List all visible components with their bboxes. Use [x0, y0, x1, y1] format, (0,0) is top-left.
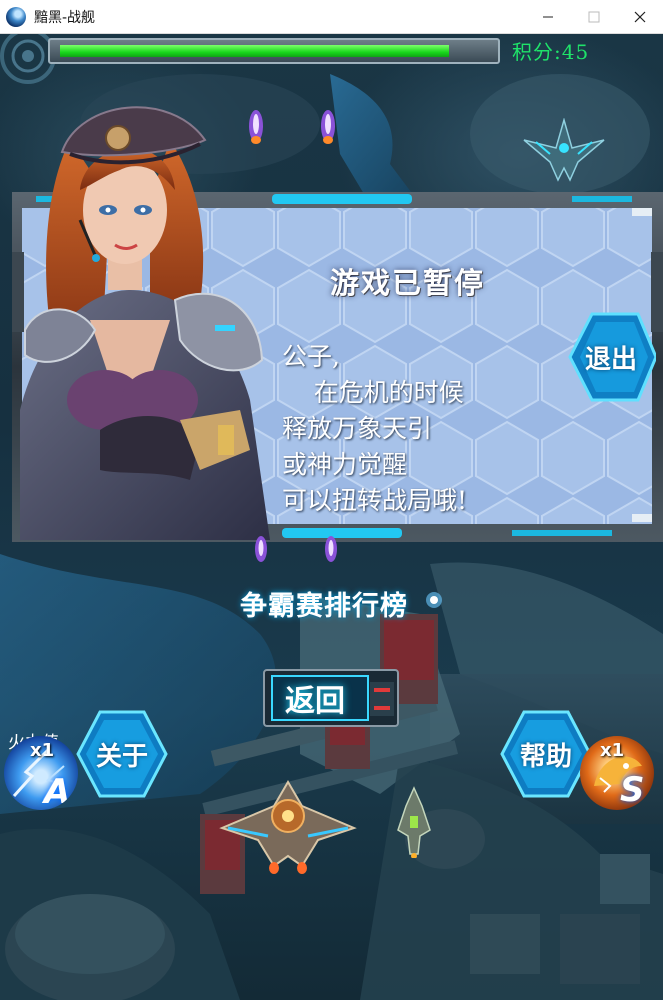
skill-a-key: A	[44, 772, 71, 810]
pause-message: 公子, 在危机的时候 释放万象天引 或神力觉醒 可以扭转战局哦!	[282, 342, 468, 515]
app-icon	[6, 6, 26, 27]
back-label: 返回	[285, 684, 345, 719]
skill-s-button[interactable]: x1 S	[580, 736, 654, 810]
skill-s-key: S	[620, 770, 645, 810]
wingman-ship-icon	[397, 786, 431, 858]
exit-button[interactable]: 退出	[566, 310, 656, 404]
close-button[interactable]	[617, 0, 663, 34]
back-button[interactable]: 返回	[262, 666, 400, 730]
pause-title: 游戏已暂停	[330, 266, 486, 300]
window-title: 黯黑-战舰	[34, 9, 96, 26]
health-bar	[48, 38, 500, 64]
bullet-icon	[255, 536, 267, 562]
maximize-icon	[588, 11, 600, 23]
advisor-character-portrait	[20, 106, 270, 540]
game-canvas[interactable]: 积分:45 游戏已暂停 公子, 在危机的时候 释放万象天引 或神力觉醒 可以扭转…	[0, 34, 663, 1000]
skill-a-button[interactable]: x1 A	[4, 736, 78, 810]
minimize-button[interactable]	[525, 0, 571, 34]
close-icon	[634, 11, 646, 23]
leaderboard-button[interactable]: 争霸赛排行榜	[240, 584, 408, 623]
minimize-icon	[543, 16, 553, 18]
help-label: 帮助	[519, 741, 572, 772]
bullet-icon	[321, 110, 335, 144]
exit-label: 退出	[584, 344, 637, 375]
about-button[interactable]: 关于	[76, 708, 168, 800]
bullet-icon	[325, 536, 337, 562]
window-titlebar: 黯黑-战舰	[0, 0, 663, 34]
player-ship-icon	[219, 780, 357, 874]
enemy-ship-icon	[523, 118, 605, 182]
health-fill	[60, 45, 449, 57]
about-label: 关于	[95, 741, 148, 772]
energy-orb-icon	[426, 592, 442, 608]
skill-s-count: x1	[600, 740, 625, 761]
help-button[interactable]: 帮助	[500, 708, 592, 800]
maximize-button[interactable]	[571, 0, 617, 34]
score-display: 积分:45	[512, 40, 590, 64]
skill-a-count: x1	[30, 740, 55, 761]
